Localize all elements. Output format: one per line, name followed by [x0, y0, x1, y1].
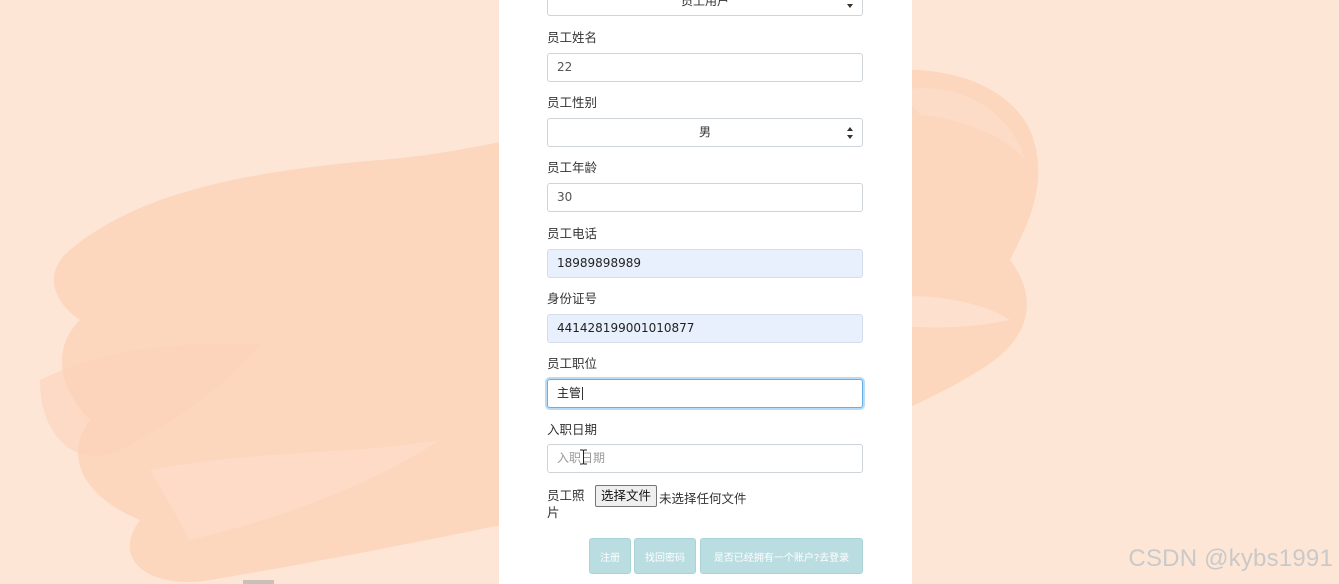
register-form: 员工用户 员工姓名 22 员工性别 男 员工年龄 30 员工电话 1898989…	[499, 0, 912, 584]
age-label: 员工年龄	[547, 160, 598, 175]
choose-file-button[interactable]: 选择文件	[595, 485, 658, 507]
position-input[interactable]: 主管	[547, 379, 863, 408]
age-input[interactable]: 30	[547, 183, 863, 212]
photo-label: 员工照片	[547, 488, 585, 520]
ibeam-cursor-icon	[580, 449, 587, 465]
phone-label: 员工电话	[547, 226, 598, 241]
forgot-password-button[interactable]: 找回密码	[634, 538, 696, 574]
id-number-input[interactable]: 441428199001010877	[547, 314, 863, 343]
position-label: 员工职位	[547, 356, 598, 371]
hire-date-input[interactable]: 入职日期	[547, 444, 863, 473]
phone-value: 18989898989	[557, 256, 641, 270]
hire-date-label: 入职日期	[547, 422, 598, 437]
phone-input[interactable]: 18989898989	[547, 249, 863, 278]
name-input[interactable]: 22	[547, 53, 863, 82]
select-caret-icon	[847, 127, 853, 139]
register-button[interactable]: 注册	[589, 538, 631, 574]
gender-value: 男	[698, 125, 711, 139]
file-status: 未选择任何文件	[659, 491, 747, 506]
id-number-value: 441428199001010877	[557, 321, 695, 335]
watermark: CSDN @kybs1991	[1128, 545, 1333, 572]
select-caret-icon	[847, 0, 853, 8]
age-value: 30	[557, 190, 573, 204]
name-value: 22	[557, 60, 573, 74]
user-type-value: 员工用户	[680, 0, 729, 8]
text-cursor	[582, 387, 584, 400]
user-type-select[interactable]: 员工用户	[547, 0, 863, 16]
id-number-label: 身份证号	[547, 291, 598, 306]
name-label: 员工姓名	[547, 30, 598, 45]
login-link-button[interactable]: 是否已经拥有一个账户?去登录	[700, 538, 863, 574]
gender-label: 员工性别	[547, 95, 598, 110]
gender-select[interactable]: 男	[547, 118, 863, 147]
position-value: 主管	[557, 386, 582, 400]
horizontal-scrollbar-thumb[interactable]	[243, 580, 274, 584]
